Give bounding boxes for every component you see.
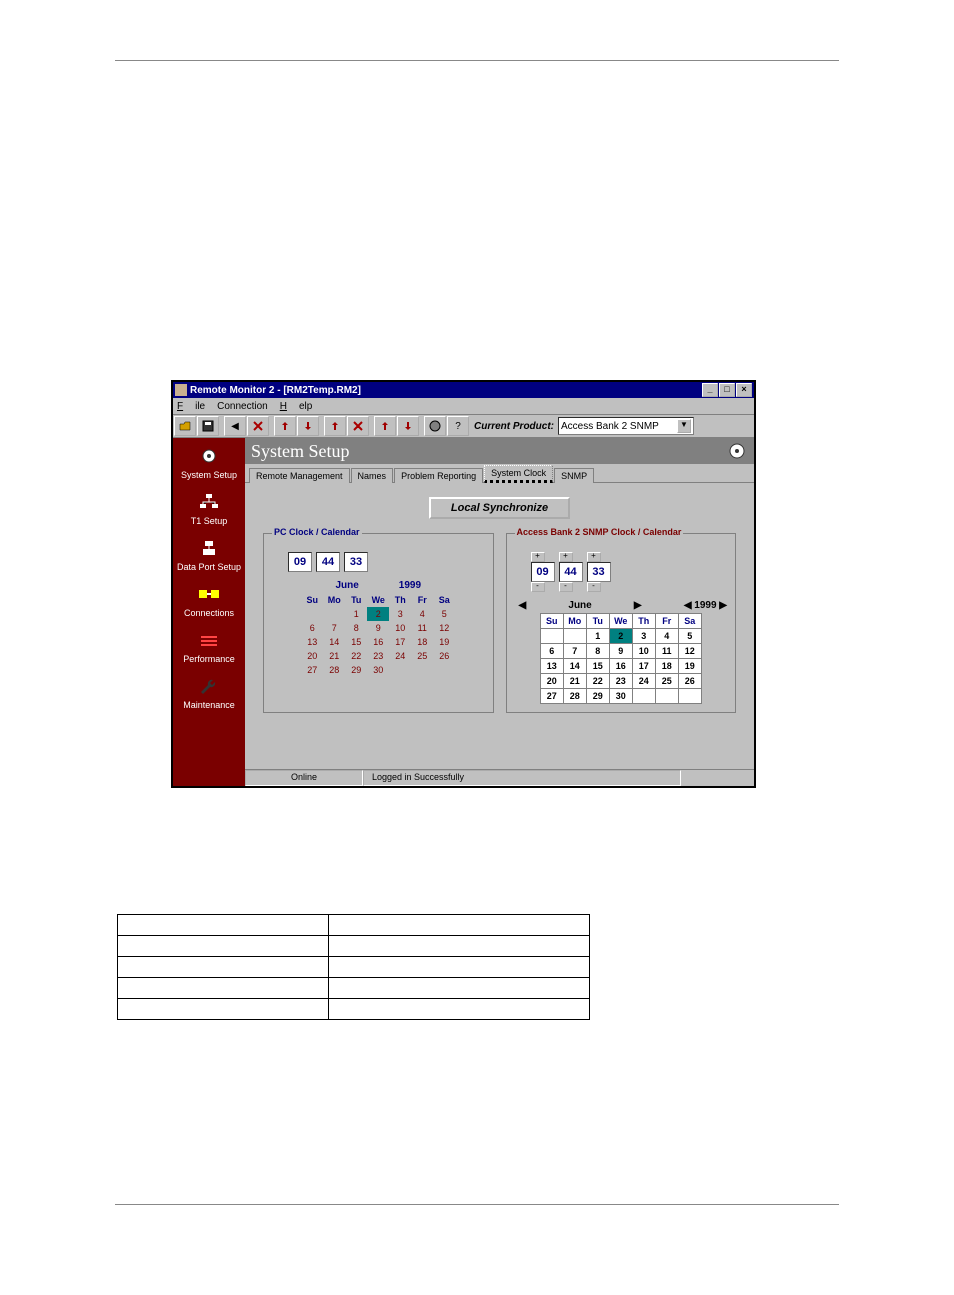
minimize-button[interactable]: _ <box>702 383 718 397</box>
pc-month: June <box>335 580 358 591</box>
ab-calendar[interactable]: SuMoTuWeThFrSa 1234567891011121314151617… <box>540 613 702 704</box>
status-message: Logged in Successfully <box>363 770 681 786</box>
open-icon[interactable] <box>174 416 196 436</box>
download-icon[interactable] <box>297 416 319 436</box>
min-down[interactable]: - <box>559 582 573 592</box>
menubar: File Connection Help <box>173 398 754 415</box>
chevron-down-icon[interactable]: ▼ <box>677 419 691 433</box>
ab-month: June <box>568 600 591 611</box>
tab-problem-reporting[interactable]: Problem Reporting <box>394 468 483 483</box>
app-window: Remote Monitor 2 - [RM2Temp.RM2] _ □ × F… <box>171 380 756 788</box>
ab-min[interactable]: 44 <box>559 562 583 582</box>
min-up[interactable]: + <box>559 552 573 562</box>
sidebar-item-data-port[interactable]: Data Port Setup <box>177 534 241 572</box>
titlebar: Remote Monitor 2 - [RM2Temp.RM2] _ □ × <box>173 382 754 398</box>
status-bar: Online Logged in Successfully <box>245 769 754 786</box>
page-title-bar: System Setup <box>245 438 754 464</box>
toolbar: ◀ ? Current Product: Access Bank 2 SNMP … <box>173 415 754 438</box>
page-title: System Setup <box>251 441 350 462</box>
month-prev-button[interactable]: ◀ <box>515 600 531 611</box>
tabstrip: Remote Management Names Problem Reportin… <box>245 464 754 483</box>
tab-snmp[interactable]: SNMP <box>554 468 594 483</box>
pc-min: 44 <box>316 552 340 572</box>
tab-names[interactable]: Names <box>351 468 394 483</box>
main-panel: System Setup Remote Management Names Pro… <box>245 438 754 786</box>
tab-content: Local Synchronize PC Clock / Calendar 09… <box>245 483 754 769</box>
tab-system-clock[interactable]: System Clock <box>484 465 553 483</box>
ab-hour[interactable]: 09 <box>531 562 555 582</box>
local-synchronize-button[interactable]: Local Synchronize <box>429 497 570 519</box>
current-product-select[interactable]: Access Bank 2 SNMP ▼ <box>558 417 694 435</box>
info-icon[interactable] <box>424 416 446 436</box>
ab-sec[interactable]: 33 <box>587 562 611 582</box>
save-icon[interactable] <box>197 416 219 436</box>
window-title: Remote Monitor 2 - [RM2Temp.RM2] <box>190 385 701 396</box>
pc-hour: 09 <box>288 552 312 572</box>
sidebar-item-t1-setup[interactable]: T1 Setup <box>191 488 228 526</box>
sidebar-item-maintenance[interactable]: Maintenance <box>183 672 235 710</box>
pc-sec: 33 <box>344 552 368 572</box>
hour-down[interactable]: - <box>531 582 545 592</box>
sidebar: System Setup T1 Setup Data Port Setup Co… <box>173 438 245 786</box>
ab-year-nav[interactable]: ◀ 1999 ▶ <box>684 600 727 611</box>
sec-down[interactable]: - <box>587 582 601 592</box>
menu-connection[interactable]: Connection <box>217 401 268 412</box>
bars-icon <box>195 628 223 652</box>
ab-clock-group: Access Bank 2 SNMP Clock / Calendar +09-… <box>506 533 737 713</box>
tab-remote-management[interactable]: Remote Management <box>249 468 350 483</box>
gear-icon <box>195 444 223 468</box>
disconnect-icon[interactable] <box>247 416 269 436</box>
help-icon[interactable]: ? <box>447 416 469 436</box>
upload-icon[interactable] <box>274 416 296 436</box>
maximize-button[interactable]: □ <box>719 383 735 397</box>
menu-help[interactable]: Help <box>280 401 313 412</box>
close-button[interactable]: × <box>736 383 752 397</box>
sync-down-icon[interactable] <box>397 416 419 436</box>
gear-icon <box>726 441 748 461</box>
pc-calendar: SuMoTuWeThFrSa 1234567891011121314151617… <box>301 593 455 677</box>
month-next-button[interactable]: ▶ <box>630 600 646 611</box>
connection-icon <box>195 582 223 606</box>
status-online: Online <box>245 770 363 786</box>
defaults-table <box>117 914 590 1020</box>
link-stop-icon[interactable] <box>347 416 369 436</box>
port-icon <box>195 536 223 560</box>
sync-up-icon[interactable] <box>374 416 396 436</box>
sec-up[interactable]: + <box>587 552 601 562</box>
sidebar-item-connections[interactable]: Connections <box>184 580 234 618</box>
hour-up[interactable]: + <box>531 552 545 562</box>
pc-year: 1999 <box>399 580 421 591</box>
sidebar-item-system-setup[interactable]: System Setup <box>181 442 237 480</box>
nav-back-icon[interactable]: ◀ <box>224 416 246 436</box>
app-icon <box>175 384 187 396</box>
wrench-icon <box>195 674 223 698</box>
current-product-label: Current Product: <box>474 421 554 432</box>
link-up-icon[interactable] <box>324 416 346 436</box>
pc-clock-group: PC Clock / Calendar 09 44 33 June 1999 S… <box>263 533 494 713</box>
network-icon <box>195 490 223 514</box>
menu-file[interactable]: File <box>177 401 205 412</box>
sidebar-item-performance[interactable]: Performance <box>183 626 235 664</box>
